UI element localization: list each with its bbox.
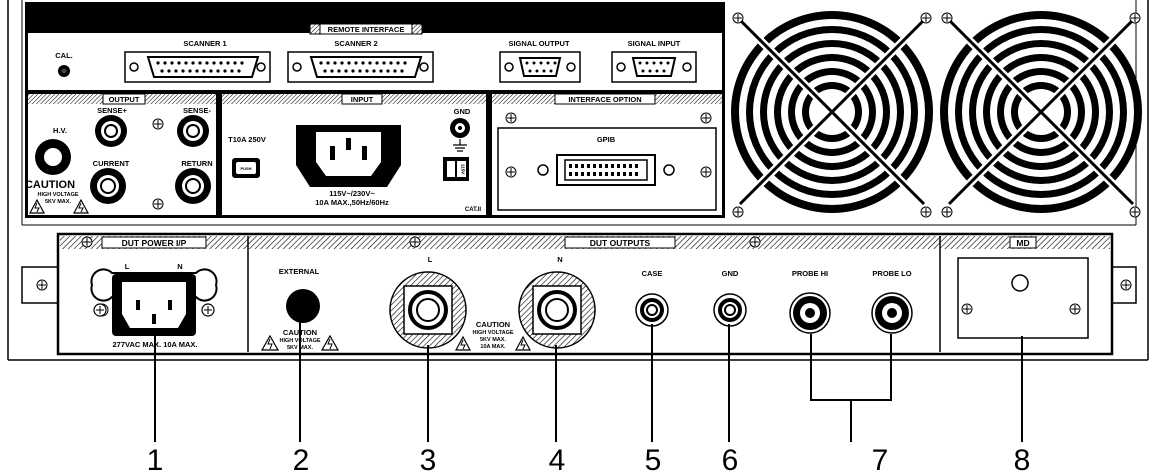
output-screw-2 bbox=[152, 198, 164, 210]
current-label: CURRENT bbox=[93, 159, 130, 168]
gnd-label: GND bbox=[454, 107, 471, 116]
gpib-connector[interactable] bbox=[537, 154, 675, 186]
dut-power-title: DUT POWER I/P bbox=[122, 238, 187, 248]
cal-label: CAL. bbox=[55, 51, 73, 60]
callout-4: 4 bbox=[549, 444, 566, 471]
probe-lo-terminal[interactable] bbox=[871, 292, 913, 334]
signal-output-connector[interactable] bbox=[499, 51, 581, 83]
gnd-output-terminal[interactable] bbox=[713, 293, 747, 327]
output-title: OUTPUT bbox=[109, 95, 140, 104]
dut-power-n-label: N bbox=[177, 262, 182, 271]
svg-text:PUSH: PUSH bbox=[240, 166, 251, 171]
gnd-output-label: GND bbox=[722, 269, 739, 278]
dut-output-l-label: L bbox=[428, 255, 433, 264]
md-title: MD bbox=[1016, 238, 1029, 248]
lower-module: DUT POWER I/P L N 277VAC MAX. 10A MAX. D… bbox=[21, 232, 1137, 356]
dut-power-l-label: L bbox=[125, 262, 130, 271]
hv-terminal[interactable] bbox=[35, 139, 71, 175]
ac-inlet-socket[interactable] bbox=[296, 125, 401, 187]
signal-output-label: SIGNAL OUTPUT bbox=[508, 39, 570, 48]
rear-panel-diagram: REMOTE INTERFACE CAL. SCANNER 1 SCANNER … bbox=[7, 0, 1149, 471]
cat-label: CAT.II bbox=[465, 207, 482, 213]
fuse-label: T10A 250V bbox=[228, 135, 266, 144]
fuse-holder[interactable]: PUSH bbox=[232, 158, 260, 178]
callout-3: 3 bbox=[420, 444, 437, 471]
screw-icon bbox=[749, 236, 761, 248]
sense-minus-terminal[interactable] bbox=[177, 115, 209, 147]
gpib-label: GPIB bbox=[597, 135, 616, 144]
input-title: INPUT bbox=[351, 95, 374, 104]
input-rating-voltage: 115V~/230V~ bbox=[329, 189, 375, 198]
output-caution-hv: HIGH VOLTAGE bbox=[37, 192, 78, 198]
svg-text:115V: 115V bbox=[461, 164, 466, 174]
option-screw-3 bbox=[505, 166, 517, 178]
option-screw-2 bbox=[700, 112, 712, 124]
callout-7: 7 bbox=[872, 444, 889, 471]
callout-2: 2 bbox=[293, 444, 310, 471]
screw-icon bbox=[409, 236, 421, 248]
case-label: CASE bbox=[642, 269, 663, 278]
callout-1: 1 bbox=[147, 444, 164, 471]
output-screw-1 bbox=[152, 118, 164, 130]
interface-option-title: INTERFACE OPTION bbox=[568, 95, 641, 104]
scanner2-connector[interactable] bbox=[287, 51, 434, 83]
scanner1-connector[interactable] bbox=[124, 51, 271, 83]
case-terminal[interactable] bbox=[635, 293, 669, 327]
option-screw-4 bbox=[700, 166, 712, 178]
fan-left bbox=[731, 11, 933, 218]
outputs-caution: CAUTION bbox=[476, 320, 510, 329]
input-rating-current: 10A MAX.,50Hz/60Hz bbox=[315, 198, 389, 207]
outputs-caution-hv: HIGH VOLTAGE bbox=[472, 330, 513, 336]
probe-hi-label: PROBE HI bbox=[792, 269, 828, 278]
fan-right bbox=[940, 11, 1142, 218]
callout-5: 5 bbox=[645, 444, 662, 471]
sense-minus-label: SENSE- bbox=[183, 106, 211, 115]
screw-icon bbox=[81, 236, 93, 248]
dut-output-l-terminal[interactable] bbox=[389, 271, 467, 349]
external-port[interactable] bbox=[286, 289, 320, 323]
upper-module: REMOTE INTERFACE CAL. SCANNER 1 SCANNER … bbox=[25, 2, 725, 218]
callout-8: 8 bbox=[1014, 444, 1031, 471]
md-module-plate[interactable] bbox=[957, 257, 1089, 339]
sense-plus-label: SENSE+ bbox=[97, 106, 127, 115]
voltage-selector-switch[interactable]: 115V bbox=[443, 157, 469, 181]
dut-outputs-title: DUT OUTPUTS bbox=[590, 238, 651, 248]
callout-6: 6 bbox=[722, 444, 739, 471]
outputs-caution-5kv: 5KV MAX. bbox=[480, 337, 506, 343]
signal-input-connector[interactable] bbox=[611, 51, 697, 83]
signal-input-label: SIGNAL INPUT bbox=[628, 39, 681, 48]
current-terminal[interactable] bbox=[90, 168, 126, 204]
option-screw-1 bbox=[505, 112, 517, 124]
probe-hi-terminal[interactable] bbox=[789, 292, 831, 334]
output-caution-5kv: 5KV MAX. bbox=[45, 199, 71, 205]
scanner1-label: SCANNER 1 bbox=[183, 39, 226, 48]
remote-interface-title: REMOTE INTERFACE bbox=[328, 25, 405, 34]
outputs-caution-10a: 10A MAX. bbox=[480, 344, 506, 350]
output-caution: CAUTION bbox=[25, 179, 75, 191]
return-terminal[interactable] bbox=[175, 168, 211, 204]
dut-output-n-label: N bbox=[557, 255, 562, 264]
return-label: RETURN bbox=[181, 159, 212, 168]
dut-output-n-terminal[interactable] bbox=[518, 271, 596, 349]
external-label: EXTERNAL bbox=[279, 267, 320, 276]
sense-plus-terminal[interactable] bbox=[95, 115, 127, 147]
scanner2-label: SCANNER 2 bbox=[334, 39, 377, 48]
hv-label: H.V. bbox=[53, 126, 67, 135]
gnd-terminal[interactable] bbox=[450, 118, 470, 138]
probe-lo-label: PROBE LO bbox=[872, 269, 911, 278]
